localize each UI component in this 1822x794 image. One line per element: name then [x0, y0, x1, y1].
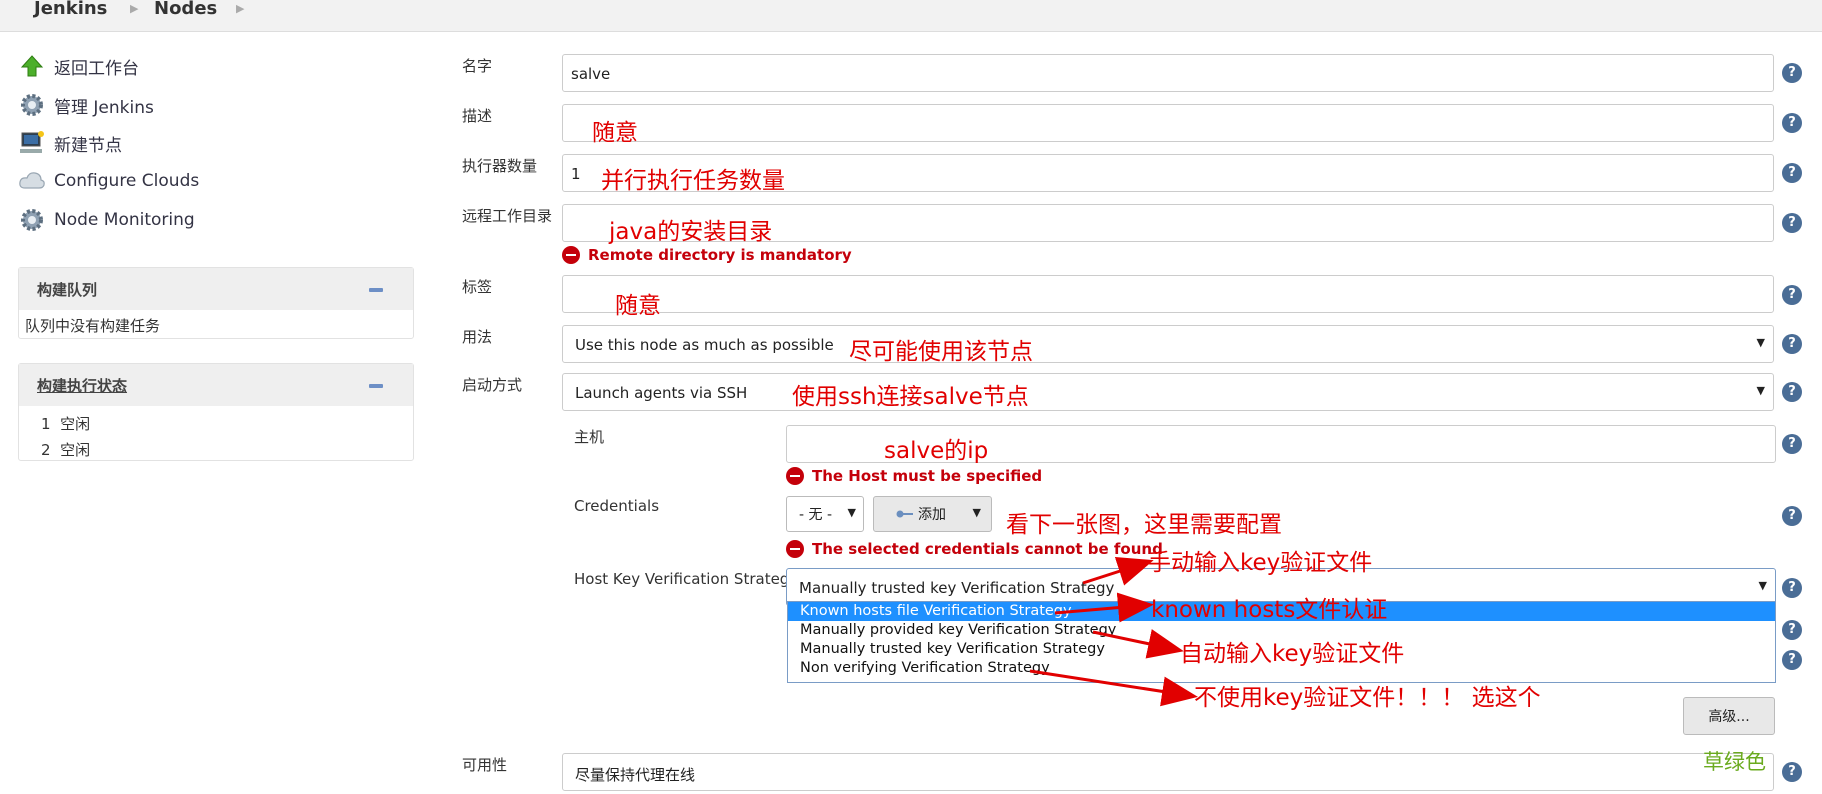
annotation-arrows [1029, 556, 1198, 707]
advanced-button[interactable]: 高级... [1683, 697, 1775, 735]
availability-label: 可用性 [462, 756, 508, 774]
watermark-text: 草绿色 [1703, 750, 1766, 774]
advanced-label: 高级... [1708, 709, 1750, 725]
help-icon[interactable]: ? [1782, 762, 1802, 782]
availability-value: 尽量保持代理在线 [575, 766, 696, 784]
availability-select[interactable]: 尽量保持代理在线 [562, 753, 1774, 791]
